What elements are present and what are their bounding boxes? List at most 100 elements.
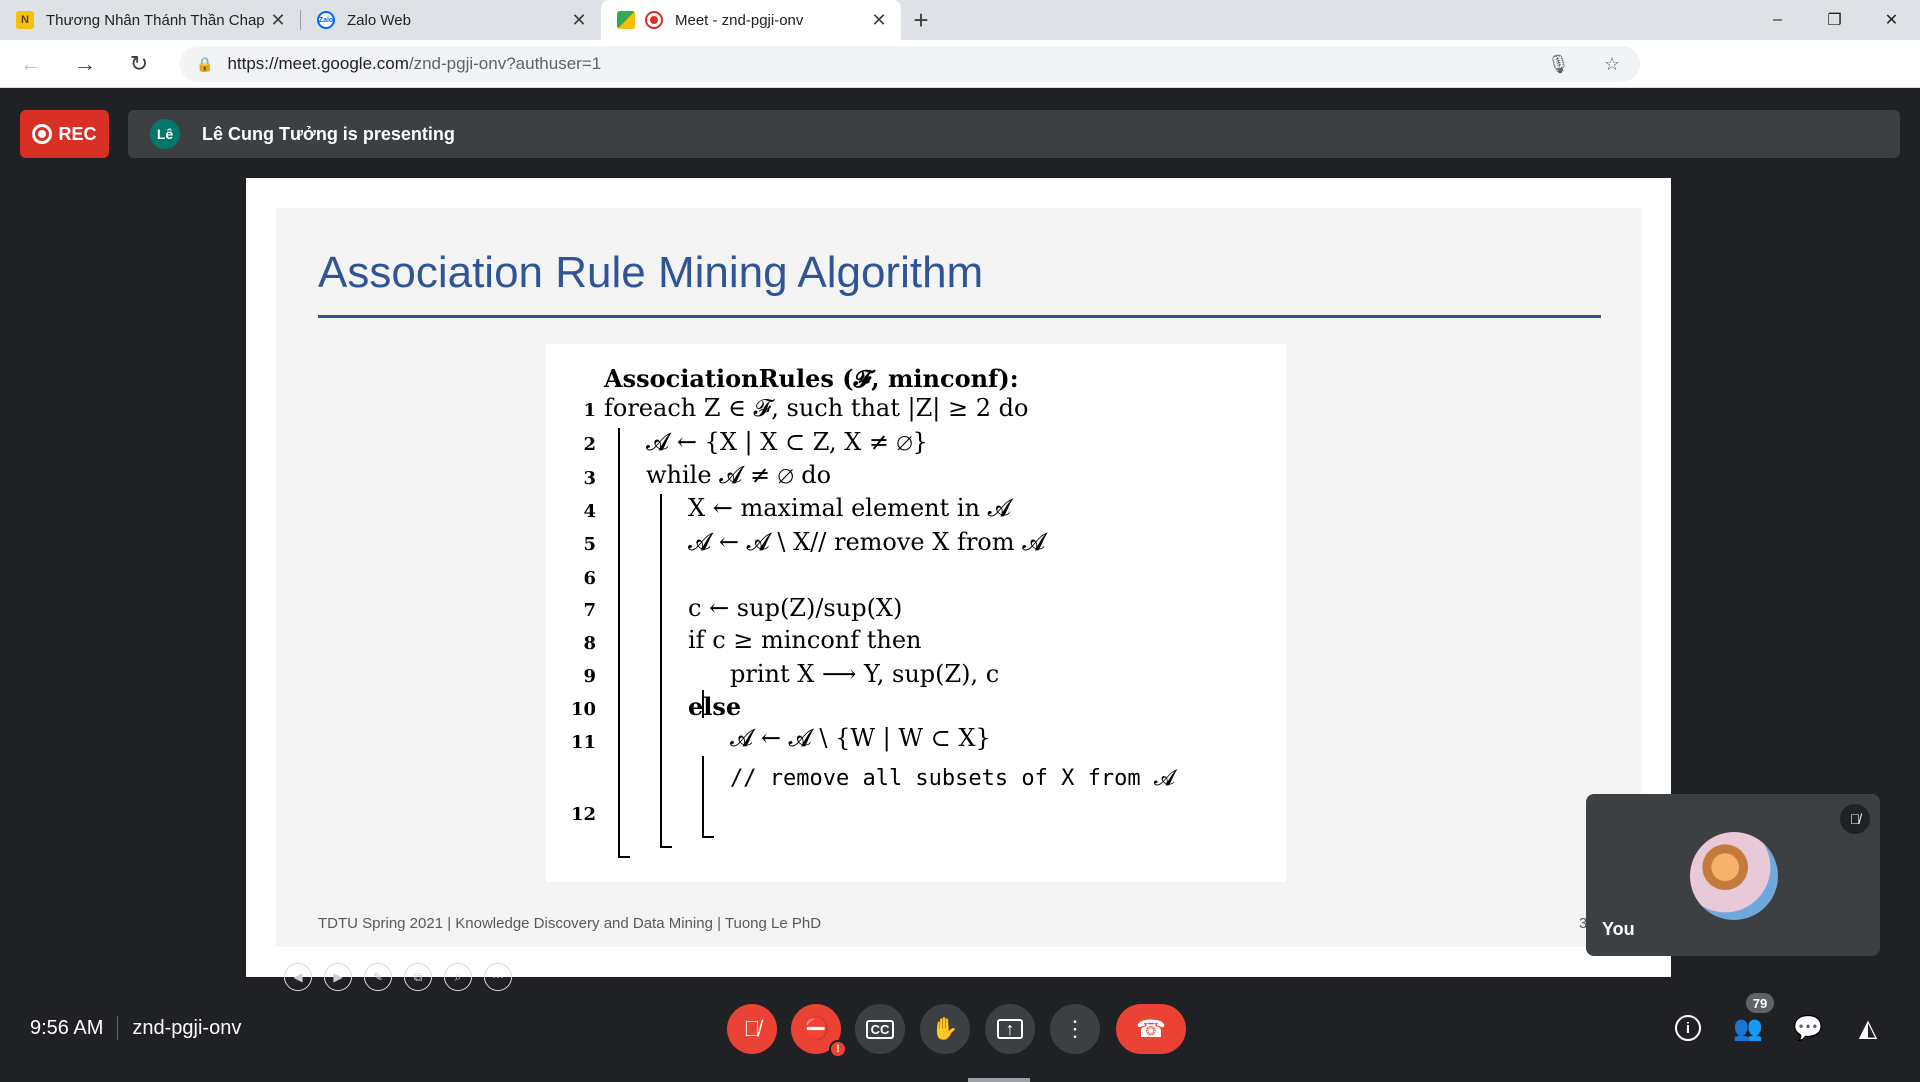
camera-toggle-button[interactable]: ⛔ !	[791, 1004, 847, 1058]
shared-screen: Association Rule Mining Algorithm Associ…	[246, 178, 1671, 991]
algorithm-line: c ← sup(Z)/sup(X)	[688, 594, 903, 622]
url-path: /znd-pgji-onv?authuser=1	[408, 54, 602, 73]
line-number: 12	[570, 804, 596, 825]
line-number: 11	[570, 732, 596, 753]
end-call-icon: ☎	[1136, 1015, 1166, 1043]
chat-icon: 💬	[1793, 1014, 1823, 1042]
raise-hand-button[interactable]: ✋	[920, 1004, 970, 1054]
people-icon: 👥	[1733, 1014, 1763, 1042]
more-options-button[interactable]: ⋮	[1050, 1004, 1100, 1054]
algorithm-line: 𝓐 ← 𝓐 \ {W | W ⊂ X}	[730, 724, 991, 752]
slide-footer: TDTU Spring 2021 | Knowledge Discovery a…	[318, 915, 822, 932]
line-number: 6	[583, 568, 596, 589]
close-tab-icon[interactable]: ✕	[869, 10, 889, 31]
restore-button[interactable]: ❐	[1806, 0, 1863, 40]
close-tab-icon[interactable]: ✕	[268, 10, 288, 31]
algorithm-box: AssociationRules (𝓕, minconf): 1 foreach…	[546, 344, 1286, 882]
lock-icon[interactable]: 🔒	[196, 56, 213, 73]
add-favorite-icon[interactable]: ☆	[1604, 54, 1620, 75]
line-number: 10	[570, 699, 596, 720]
mic-off-icon: 🎙̸	[1840, 804, 1870, 834]
algorithm-line: 𝓐 ← 𝓐 \ X// remove X from 𝓐	[688, 528, 1046, 556]
line-number: 3	[583, 468, 596, 489]
mic-off-icon: 🎙̸	[743, 1016, 761, 1041]
next-slide-icon[interactable]: ▶	[324, 963, 352, 991]
title-underline	[318, 315, 1601, 318]
meeting-details-button[interactable]: i	[1668, 1008, 1708, 1048]
presenting-banner: Lê Lê Cung Tưởng is presenting	[128, 110, 1900, 158]
algorithm-line: while 𝓐 ≠ ∅ do	[646, 461, 832, 489]
algorithm-line: foreach Z ∈ 𝓕, such that |Z| ≥ 2 do	[604, 394, 1029, 422]
close-window-button[interactable]: ✕	[1863, 0, 1920, 40]
chat-button[interactable]: 💬	[1788, 1008, 1828, 1048]
people-button[interactable]: 👥	[1728, 1008, 1768, 1048]
url-field[interactable]: 🔒 https://meet.google.com/znd-pgji-onv?a…	[180, 46, 1640, 82]
if-block-bar	[702, 690, 714, 718]
algorithm-line: else	[688, 692, 742, 721]
present-now-button[interactable]: ↑	[985, 1004, 1035, 1054]
self-label: You	[1602, 919, 1635, 939]
recording-badge[interactable]: REC	[20, 110, 109, 158]
meet-stage: REC Lê Lê Cung Tưởng is presenting Assoc…	[0, 88, 1920, 1082]
microphone-icon[interactable]: 🎙	[1547, 54, 1570, 75]
self-video-tile[interactable]: 🎙̸ You	[1586, 794, 1880, 956]
participant-count-badge: 79	[1746, 993, 1774, 1013]
tab-title: Thương Nhân Thánh Thần Chap	[46, 11, 265, 29]
zalo-icon: Zalo	[317, 11, 335, 29]
slide: Association Rule Mining Algorithm Associ…	[276, 208, 1641, 991]
line-number: 7	[583, 600, 596, 621]
line-number: 9	[583, 666, 596, 687]
more-options-icon[interactable]: ⋯	[484, 963, 512, 991]
tab-zalo[interactable]: Zalo Zalo Web ✕	[301, 0, 601, 40]
line-number: 4	[583, 501, 596, 522]
pen-icon[interactable]: ✎	[364, 963, 392, 991]
tab-title: Meet - znd-pgji-onv	[675, 11, 804, 29]
bottom-indicator	[968, 1078, 1030, 1082]
google-meet-icon	[617, 11, 635, 29]
meeting-details: 9:56 AM znd-pgji-onv	[30, 1016, 241, 1040]
reload-button[interactable]: ↻	[116, 44, 162, 84]
algorithm-comment: // remove all subsets of X from 𝓐	[730, 766, 1176, 791]
presenter-avatar: Lê	[150, 119, 180, 149]
novel-site-icon: N	[16, 11, 34, 29]
self-avatar	[1690, 832, 1778, 920]
line-number: 1	[583, 400, 596, 421]
browser-tab-bar: N Thương Nhân Thánh Thần Chap ✕ Zalo Zal…	[0, 0, 1920, 40]
presenting-text: Lê Cung Tưởng is presenting	[202, 123, 455, 144]
captions-icon: CC	[865, 1019, 895, 1039]
activities-icon: ◭	[1858, 1014, 1878, 1042]
address-bar: ← → ↻ 🔒 https://meet.google.com/znd-pgji…	[0, 40, 1920, 118]
captions-button[interactable]: CC	[855, 1004, 905, 1054]
vertical-dots-icon: ⋮	[1064, 1016, 1086, 1041]
back-button[interactable]: ←	[8, 44, 54, 84]
line-number: 5	[583, 534, 596, 555]
previous-slide-icon[interactable]: ◀	[284, 963, 312, 991]
url-host: https://meet.google.com	[227, 54, 409, 73]
record-icon	[32, 124, 53, 144]
algorithm-header: AssociationRules (𝓕, minconf):	[604, 364, 1019, 393]
zoom-icon[interactable]: ⌕	[444, 963, 472, 991]
recording-indicator-icon	[645, 11, 663, 29]
slide-title: Association Rule Mining Algorithm	[318, 248, 984, 297]
minimize-button[interactable]: –	[1749, 0, 1806, 40]
line-number: 2	[583, 434, 596, 455]
meeting-code: znd-pgji-onv	[132, 1016, 242, 1039]
leave-call-button[interactable]: ☎	[1116, 1004, 1186, 1054]
tab-novel[interactable]: N Thương Nhân Thánh Thần Chap ✕	[0, 0, 300, 40]
hand-icon: ✋	[931, 1016, 959, 1041]
microphone-toggle-button[interactable]: 🎙̸	[727, 1004, 777, 1054]
forward-button[interactable]: →	[62, 44, 108, 84]
copy-icon[interactable]: ⧉	[404, 963, 432, 991]
activities-button[interactable]: ◭	[1848, 1008, 1888, 1048]
tab-meet[interactable]: Meet - znd-pgji-onv ✕	[601, 0, 901, 40]
while-block-bar	[660, 494, 672, 848]
new-tab-button[interactable]: +	[901, 0, 941, 40]
else-block-bar	[702, 756, 714, 838]
algorithm-line: X ← maximal element in 𝓐	[688, 494, 1011, 522]
warning-badge-icon: !	[829, 1040, 847, 1058]
divider	[117, 1016, 119, 1040]
close-tab-icon[interactable]: ✕	[569, 10, 589, 31]
tab-title: Zalo Web	[347, 11, 411, 29]
rec-label: REC	[58, 123, 97, 144]
algorithm-line: print X ⟶ Y, sup(Z), c	[730, 660, 1000, 688]
